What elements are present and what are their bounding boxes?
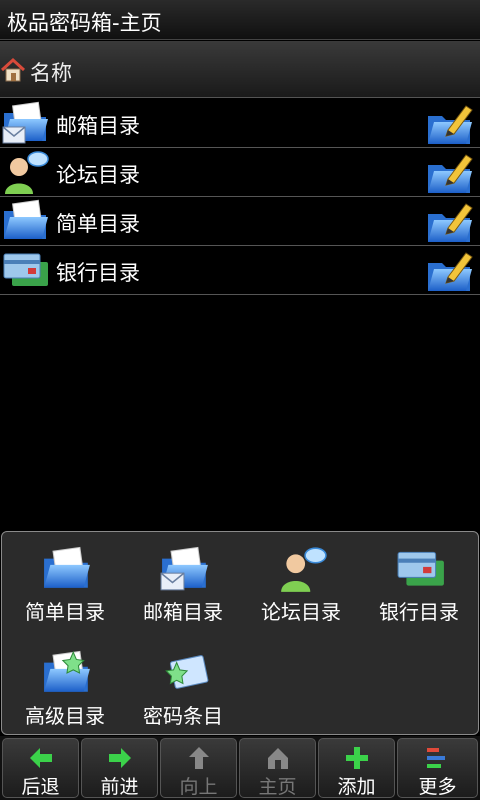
- mail-folder-icon: [160, 546, 210, 592]
- directory-list: 邮箱目录 论坛目录 简单目录 银行目录: [0, 99, 480, 295]
- menu-item-forum[interactable]: 论坛目录: [242, 536, 360, 632]
- star-card-icon: [160, 650, 210, 696]
- home-icon: [0, 57, 26, 82]
- home-icon: [268, 748, 288, 769]
- folder-icon: [42, 546, 92, 592]
- add-label: 添加: [337, 776, 376, 798]
- arrow-right-icon: [109, 748, 131, 768]
- home-label: 主页: [258, 776, 297, 798]
- list-item-bank[interactable]: 银行目录: [0, 246, 480, 295]
- menu-item-simple[interactable]: 简单目录: [6, 536, 124, 632]
- menu-item-password-entry[interactable]: 密码条目: [124, 640, 242, 736]
- up-label: 向上: [179, 776, 218, 798]
- list-item-mail[interactable]: 邮箱目录: [0, 99, 480, 148]
- forward-label: 前进: [100, 776, 139, 798]
- mail-folder-icon: [2, 101, 50, 145]
- list-item-label: 简单目录: [56, 212, 140, 236]
- menu-item-advanced[interactable]: 高级目录: [6, 640, 124, 736]
- menu-item-label: 密码条目: [143, 704, 223, 728]
- list-item-simple[interactable]: 简单目录: [0, 197, 480, 246]
- list-item-label: 论坛目录: [56, 163, 140, 187]
- back-button[interactable]: 后退: [2, 738, 79, 798]
- app-title: 极品密码箱-主页: [7, 11, 162, 35]
- bank-card-icon: [2, 248, 50, 292]
- plus-icon: [346, 747, 368, 769]
- forum-user-icon: [2, 150, 50, 194]
- menu-item-label: 银行目录: [379, 600, 459, 624]
- edit-icon[interactable]: [426, 100, 474, 146]
- more-label: 更多: [418, 776, 457, 798]
- title-bar: 极品密码箱-主页: [0, 0, 480, 40]
- edit-icon[interactable]: [426, 247, 474, 293]
- list-item-forum[interactable]: 论坛目录: [0, 148, 480, 197]
- list-header: 名称: [0, 41, 480, 98]
- menu-item-bank[interactable]: 银行目录: [360, 536, 478, 632]
- menu-item-mail[interactable]: 邮箱目录: [124, 536, 242, 632]
- menu-item-label: 邮箱目录: [143, 600, 223, 624]
- name-column-header: 名称: [30, 61, 72, 85]
- home-button[interactable]: 主页: [239, 738, 316, 798]
- folder-icon: [2, 199, 50, 243]
- edit-icon[interactable]: [426, 198, 474, 244]
- up-button[interactable]: 向上: [160, 738, 237, 798]
- menu-item-label: 简单目录: [25, 600, 105, 624]
- more-icon: [427, 748, 445, 768]
- list-item-label: 银行目录: [56, 261, 140, 285]
- arrow-left-icon: [30, 748, 52, 768]
- menu-item-label: 论坛目录: [261, 600, 341, 624]
- add-button[interactable]: 添加: [318, 738, 395, 798]
- star-folder-icon: [42, 650, 92, 696]
- arrow-up-icon: [189, 747, 209, 769]
- more-button[interactable]: 更多: [397, 738, 478, 798]
- options-menu: 简单目录 邮箱目录 论坛目录 银行目录 高级目录 密码条目: [1, 531, 479, 735]
- bank-card-icon: [396, 546, 446, 592]
- list-item-label: 邮箱目录: [56, 114, 140, 138]
- forward-button[interactable]: 前进: [81, 738, 158, 798]
- bottom-toolbar: 后退 前进 向上 主页 添加 更多: [0, 736, 480, 800]
- menu-item-label: 高级目录: [25, 704, 105, 728]
- edit-icon[interactable]: [426, 149, 474, 195]
- back-label: 后退: [21, 776, 60, 798]
- forum-user-icon: [278, 546, 328, 592]
